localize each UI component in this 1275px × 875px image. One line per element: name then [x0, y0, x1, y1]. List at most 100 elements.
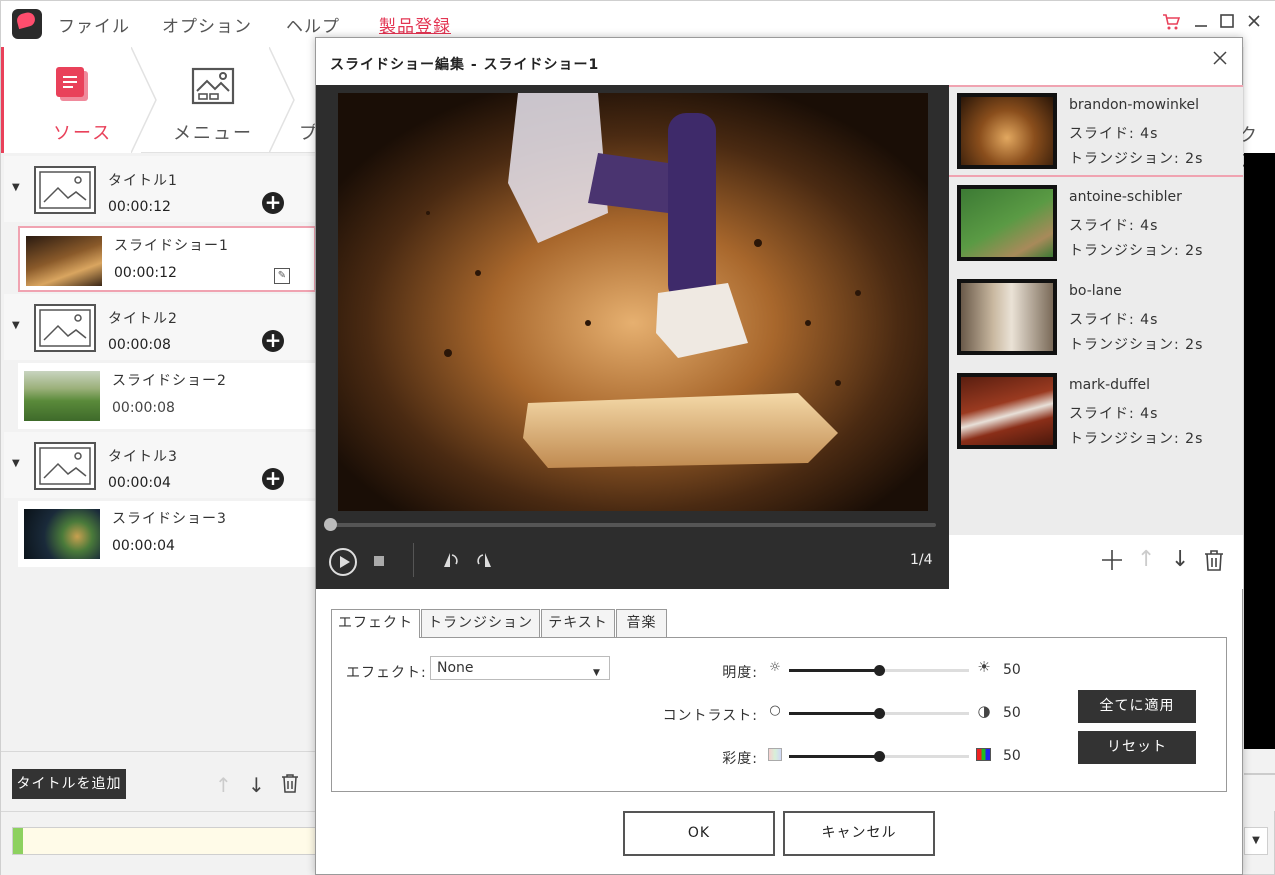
- saturation-value: 50: [1003, 748, 1021, 764]
- trash-icon[interactable]: [1204, 549, 1224, 575]
- effect-label: エフェクト:: [346, 665, 427, 681]
- disc-type-dropdown-icon[interactable]: ▼: [1244, 827, 1268, 855]
- tab-effect[interactable]: エフェクト: [331, 609, 420, 638]
- expand-arrow-icon[interactable]: ▼: [12, 458, 20, 469]
- menu-help[interactable]: ヘルプ: [286, 12, 340, 37]
- add-slideshow-icon[interactable]: +: [262, 330, 284, 352]
- slide-item[interactable]: mark-duffel スライド: 4s トランジション: 2s: [949, 369, 1243, 461]
- cart-icon[interactable]: [1161, 13, 1181, 33]
- saturation-slider[interactable]: [789, 751, 969, 762]
- cancel-button[interactable]: キャンセル: [783, 811, 935, 856]
- title-duration: 00:00:04: [108, 475, 171, 491]
- rotate-left-icon[interactable]: [440, 550, 460, 570]
- slide-thumbnail: [957, 93, 1057, 169]
- menu-options[interactable]: オプション: [162, 12, 252, 37]
- menu-register-link[interactable]: 製品登録: [379, 12, 451, 37]
- move-down-icon[interactable]: ↓: [248, 773, 265, 797]
- title-list: ▼ タイトル1 00:00:12 + スライドショー1 00:00:12 ✎ ▼…: [4, 156, 316, 571]
- tab-transition[interactable]: トランジション: [421, 609, 540, 637]
- slide-item[interactable]: bo-lane スライド: 4s トランジション: 2s: [949, 275, 1243, 367]
- effect-dropdown[interactable]: None ▼: [430, 656, 610, 680]
- contrast-slider-handle[interactable]: [874, 708, 885, 719]
- dialog-title: スライドショー編集 - スライドショー1: [330, 57, 600, 73]
- slide-actions-bar: ↑ ↓: [949, 535, 1243, 589]
- transition-duration: トランジション: 2s: [1069, 431, 1204, 447]
- contrast-slider[interactable]: [789, 708, 969, 719]
- trash-icon[interactable]: [281, 773, 299, 797]
- minimize-icon[interactable]: [1191, 13, 1211, 33]
- title-image-icon: [34, 166, 96, 214]
- brightness-high-icon: ☀: [977, 658, 991, 676]
- tab-music[interactable]: 音楽: [616, 609, 667, 637]
- slideshow-duration: 00:00:08: [112, 400, 175, 416]
- ok-button[interactable]: OK: [623, 811, 775, 856]
- move-up-icon[interactable]: ↑: [215, 773, 232, 797]
- expand-arrow-icon[interactable]: ▼: [12, 320, 20, 331]
- slideshow-row[interactable]: スライドショー1 00:00:12 ✎: [18, 226, 316, 292]
- slide-name: antoine-schibler: [1069, 189, 1182, 205]
- slideshow-thumbnail: [24, 371, 100, 421]
- step-menu-label[interactable]: メニュー: [173, 119, 253, 145]
- brightness-slider-handle[interactable]: [874, 665, 885, 676]
- edit-icon[interactable]: ✎: [274, 268, 290, 284]
- tab-text[interactable]: テキスト: [541, 609, 615, 637]
- saturation-slider-handle[interactable]: [874, 751, 885, 762]
- title-row[interactable]: ▼ タイトル1 00:00:12 +: [4, 156, 316, 222]
- brightness-low-icon: ☼: [769, 660, 781, 675]
- workflow-step-bar: ソース メニュー プ: [1, 47, 317, 153]
- title-duration: 00:00:12: [108, 199, 171, 215]
- move-up-icon[interactable]: ↑: [1137, 547, 1155, 572]
- window-close-icon[interactable]: [1244, 13, 1264, 33]
- contrast-low-icon: ○: [769, 703, 781, 718]
- background-preview-area: [1244, 153, 1275, 749]
- slideshow-row[interactable]: スライドショー3 00:00:04: [18, 501, 316, 567]
- move-down-icon[interactable]: ↓: [1171, 547, 1189, 572]
- seek-slider-handle[interactable]: [324, 518, 337, 531]
- reset-button[interactable]: リセット: [1078, 731, 1196, 764]
- contrast-high-icon: ◑: [977, 702, 991, 720]
- play-icon[interactable]: [329, 548, 357, 576]
- slideshow-edit-dialog: スライドショー編集 - スライドショー1 1/4 brandon-mowinke…: [315, 37, 1243, 875]
- transition-duration: トランジション: 2s: [1069, 337, 1204, 353]
- app-logo-icon: [12, 9, 42, 39]
- seek-slider[interactable]: [324, 523, 936, 527]
- add-slideshow-icon[interactable]: +: [262, 468, 284, 490]
- add-title-button[interactable]: タイトルを追加: [12, 769, 126, 799]
- slide-name: bo-lane: [1069, 283, 1122, 299]
- title-row[interactable]: ▼ タイトル2 00:00:08 +: [4, 294, 316, 360]
- slide-item[interactable]: antoine-schibler スライド: 4s トランジション: 2s: [949, 181, 1243, 273]
- expand-arrow-icon[interactable]: ▼: [12, 182, 20, 193]
- step-divider-icon: [269, 47, 295, 153]
- brightness-label: 明度:: [722, 665, 758, 681]
- title-duration: 00:00:08: [108, 337, 171, 353]
- dialog-close-icon[interactable]: [1208, 48, 1232, 72]
- maximize-icon[interactable]: [1217, 13, 1237, 33]
- slide-duration: スライド: 4s: [1069, 312, 1159, 328]
- slideshow-duration: 00:00:04: [112, 538, 175, 554]
- slideshow-thumbnail: [26, 236, 102, 286]
- title-row[interactable]: ▼ タイトル3 00:00:04 +: [4, 432, 316, 498]
- title-name: タイトル1: [108, 173, 178, 189]
- add-slide-icon[interactable]: [1101, 549, 1123, 575]
- brightness-slider[interactable]: [789, 665, 969, 676]
- slide-duration: スライド: 4s: [1069, 126, 1159, 142]
- brightness-value: 50: [1003, 662, 1021, 678]
- stop-icon[interactable]: [374, 556, 384, 566]
- menu-file[interactable]: ファイル: [58, 12, 130, 37]
- step-divider-icon: [131, 47, 157, 153]
- add-slideshow-icon[interactable]: +: [262, 192, 284, 214]
- apply-all-button[interactable]: 全てに適用: [1078, 690, 1196, 723]
- menu-template-icon: [191, 67, 235, 109]
- slideshow-thumbnail: [24, 509, 100, 559]
- slideshow-row[interactable]: スライドショー2 00:00:08: [18, 363, 316, 429]
- step-source[interactable]: ソース: [1, 47, 141, 153]
- chevron-down-icon: ▼: [593, 668, 600, 678]
- rotate-right-icon[interactable]: [475, 550, 495, 570]
- disc-capacity-fill: [13, 828, 23, 854]
- slide-item[interactable]: brandon-mowinkel スライド: 4s トランジション: 2s: [949, 85, 1243, 177]
- disc-capacity-bar: [12, 827, 318, 855]
- right-bottom-area: [1244, 749, 1275, 811]
- title-name: タイトル2: [108, 311, 178, 327]
- title-name: タイトル3: [108, 449, 178, 465]
- slideshow-duration: 00:00:12: [114, 265, 177, 281]
